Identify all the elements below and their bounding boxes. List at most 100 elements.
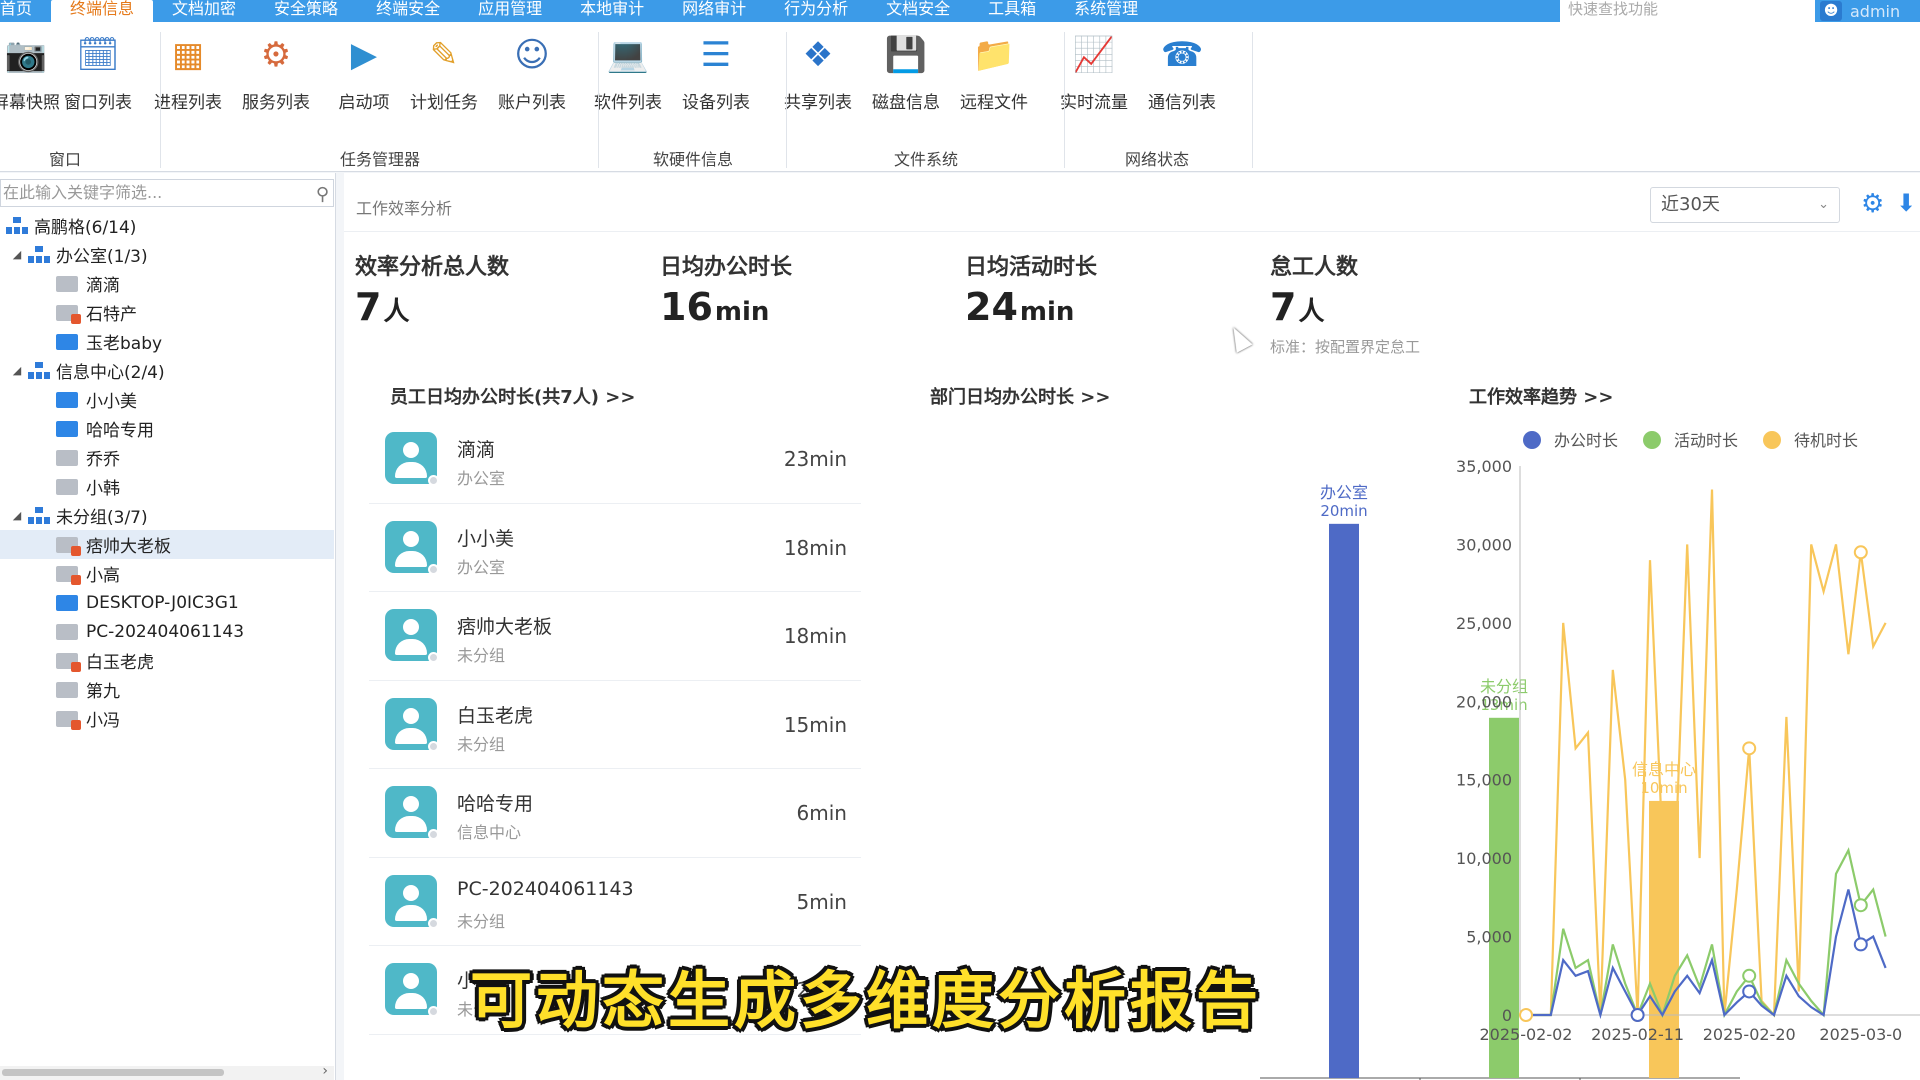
bar-category-label: 办公室 xyxy=(1320,483,1368,502)
ribbon-tool-button[interactable]: ✎ 计划任务 xyxy=(400,32,488,113)
employee-row[interactable]: 白玉老虎 未分组 15min xyxy=(369,681,861,769)
employee-row[interactable]: 小小美 办公室 18min xyxy=(369,504,861,592)
share-icon: ❖ xyxy=(802,35,834,75)
tree-toggle-icon[interactable]: ◢ xyxy=(10,509,24,522)
tree-terminal-node[interactable]: 石特产 xyxy=(0,298,334,327)
ribbon-tool-button[interactable]: ⚙ 服务列表 xyxy=(232,32,320,113)
tree-group-node[interactable]: ◢ 办公室(1/3) xyxy=(0,240,334,269)
tree-terminal-node[interactable]: 乔乔 xyxy=(0,443,334,472)
trend-chart-link[interactable]: 工作效率趋势 >> xyxy=(1469,383,1613,409)
menu-item[interactable]: 行为分析 xyxy=(765,0,867,22)
employee-row[interactable]: PC-202404061143 未分组 5min xyxy=(369,858,861,946)
tree-filter-input[interactable]: 在此输入关键字筛选... ⚲ xyxy=(0,179,334,207)
computer-icon xyxy=(56,594,78,611)
ribbon-tool-button[interactable]: ☎ 通信列表 xyxy=(1138,32,1226,113)
scrollbar-thumb[interactable] xyxy=(2,1069,224,1076)
ribbon-tool-button[interactable]: ☰ 设备列表 xyxy=(672,32,760,113)
menu-item[interactable]: 应用管理 xyxy=(459,0,561,22)
stat-note: 标准：按配置界定怠工 xyxy=(1270,338,1421,356)
employee-row[interactable]: 痞帅大老板 未分组 18min xyxy=(369,592,861,681)
user-icon: ☻ xyxy=(1820,1,1842,21)
tree-toggle-icon[interactable]: ◢ xyxy=(10,364,24,377)
employee-row[interactable]: 滴滴 办公室 23min xyxy=(369,415,861,504)
x-tick-label: 2025-03-0 xyxy=(1819,1025,1902,1044)
ribbon-group-label: 文件系统 xyxy=(893,150,958,169)
tree-terminal-node[interactable]: 哈哈专用 xyxy=(0,414,334,443)
menu-item[interactable]: 文档安全 xyxy=(867,0,969,22)
employee-list: 滴滴 办公室 23min 小小美 办公室 18min 痞帅大老板 未分组 18min 白玉老虎 未分… xyxy=(369,415,861,1035)
ribbon-group-label: 任务管理器 xyxy=(339,150,420,169)
ribbon-toolbar: 📷 屏幕快照 🗓 窗口列表 ▦ 进程列表 ⚙ 服务列表 ▶ 启动项 ✎ 计划任务 ☺ 账户列表 💻 软件列表 ☰… xyxy=(0,22,1920,172)
y-tick-label: 0 xyxy=(1502,1006,1512,1025)
computer-locked-icon xyxy=(56,304,81,324)
ribbon-tool-button[interactable]: 🗓 窗口列表 xyxy=(54,32,142,113)
ribbon-tool-label: 磁盘信息 xyxy=(872,93,940,113)
series-point xyxy=(1630,1008,1645,1022)
tree-toggle-icon[interactable]: ◢ xyxy=(10,248,24,261)
tree-group-node[interactable]: ◢ 未分组(3/7) xyxy=(0,501,334,530)
tree-node-label: 玉老baby xyxy=(86,334,163,354)
menu-item[interactable]: 首页 xyxy=(0,0,51,22)
menu-item[interactable]: 系统管理 xyxy=(1055,0,1157,22)
menu-item[interactable]: 终端安全 xyxy=(357,0,459,22)
ribbon-tool-button[interactable]: 💾 磁盘信息 xyxy=(862,32,950,113)
tree-terminal-node[interactable]: 玉老baby xyxy=(0,327,334,356)
legend-label: 办公时长 xyxy=(1554,431,1618,450)
gear-icon[interactable]: ⚙ xyxy=(1861,191,1884,217)
department-chart-link[interactable]: 部门日均办公时长 >> xyxy=(930,383,1110,409)
download-icon[interactable]: ⬇ xyxy=(1896,189,1916,217)
ribbon-tool-button[interactable]: 📁 远程文件 xyxy=(950,32,1038,113)
employee-name: 白玉老虎 xyxy=(457,704,534,727)
tree-terminal-node[interactable]: DESKTOP-J0IC3G1 xyxy=(0,588,334,617)
ribbon-tool-button[interactable]: ☺ 账户列表 xyxy=(488,32,576,113)
menu-item[interactable]: 网络审计 xyxy=(663,0,765,22)
employee-ranking-link[interactable]: 员工日均办公时长(共7人) >> xyxy=(390,383,635,409)
tree-terminal-node[interactable]: 第九 xyxy=(0,675,334,704)
stat-number: 16 xyxy=(660,285,713,329)
stat-value: 16min xyxy=(660,287,792,332)
menu-item[interactable]: 终端信息 xyxy=(51,0,154,22)
employee-department: 未分组 xyxy=(457,911,506,931)
search-icon[interactable]: ⚲ xyxy=(316,182,329,208)
ribbon-tool-button[interactable]: ❖ 共享列表 xyxy=(774,32,862,113)
user-menu[interactable]: ☻ admin xyxy=(1820,0,1900,22)
tree-node-label: 小小美 xyxy=(86,392,137,412)
employee-row[interactable]: 哈哈专用 信息中心 6min xyxy=(369,769,861,858)
y-tick-label: 25,000 xyxy=(1456,614,1512,633)
date-range-select[interactable]: 近30天 ⌄ xyxy=(1650,187,1840,223)
ribbon-tool-button[interactable]: ▦ 进程列表 xyxy=(144,32,232,113)
legend-marker xyxy=(1643,431,1661,449)
tree-group-node[interactable]: 高鹏格(6/14) xyxy=(0,211,334,240)
tree-terminal-node[interactable]: 痞帅大老板 xyxy=(0,530,334,559)
account-icon: ☺ xyxy=(514,35,550,75)
ribbon-tool-label: 账户列表 xyxy=(498,93,566,113)
computer-icon xyxy=(56,449,78,466)
tree-terminal-node[interactable]: PC-202404061143 xyxy=(0,617,334,646)
tree-terminal-node[interactable]: 小高 xyxy=(0,559,334,588)
menu-item[interactable]: 文档加密 xyxy=(153,0,255,22)
tree-node-label: 乔乔 xyxy=(86,450,120,470)
computer-icon xyxy=(56,333,78,350)
tree-terminal-node[interactable]: 小小美 xyxy=(0,385,334,414)
scroll-right-icon[interactable]: › xyxy=(322,1063,328,1079)
ribbon-tool-label: 启动项 xyxy=(338,93,390,113)
stat-avg-active-time: 日均活动时长 24min xyxy=(965,249,1097,332)
tree-group-node[interactable]: ◢ 信息中心(2/4) xyxy=(0,356,334,385)
tree-horizontal-scrollbar[interactable]: › xyxy=(0,1063,334,1080)
menu-item[interactable]: 工具箱 xyxy=(969,0,1055,22)
tree-terminal-node[interactable]: 小韩 xyxy=(0,472,334,501)
date-range-value: 近30天 xyxy=(1661,194,1720,215)
tree-terminal-node[interactable]: 小冯 xyxy=(0,704,334,733)
stat-unit: min xyxy=(714,297,770,327)
ribbon-tool-button[interactable]: ▶ 启动项 xyxy=(320,32,408,113)
tree-terminal-node[interactable]: 白玉老虎 xyxy=(0,646,334,675)
computer-icon xyxy=(56,420,78,437)
stat-title: 日均办公时长 xyxy=(660,255,793,280)
menu-item[interactable]: 本地审计 xyxy=(561,0,663,22)
quick-search-input[interactable]: 快速查找功能 xyxy=(1560,0,1815,22)
stat-slacking-people: 怠工人数 7人 标准：按配置界定怠工 xyxy=(1270,249,1420,357)
series-line-2 xyxy=(1526,489,1887,1018)
ribbon-tool-label: 远程文件 xyxy=(960,93,1028,113)
menu-item[interactable]: 安全策略 xyxy=(255,0,357,22)
tree-terminal-node[interactable]: 滴滴 xyxy=(0,269,334,298)
